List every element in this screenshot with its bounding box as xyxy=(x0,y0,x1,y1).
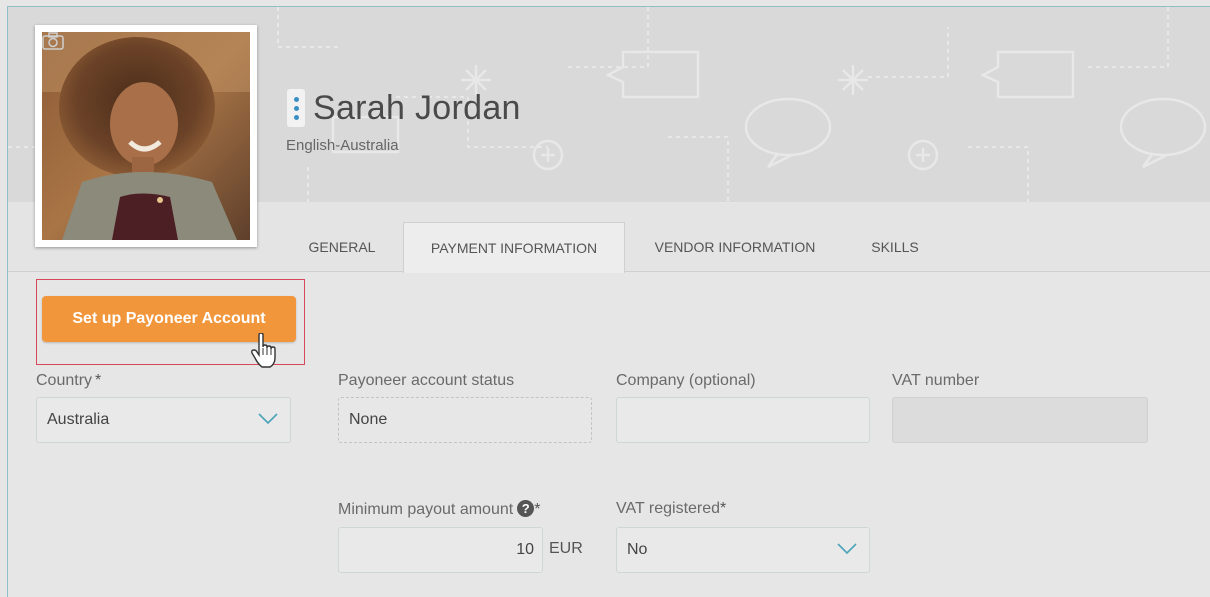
profile-name: Sarah Jordan xyxy=(313,88,521,127)
company-label: Company (optional) xyxy=(616,372,756,389)
camera-icon[interactable] xyxy=(42,32,64,50)
tab-general[interactable]: GENERAL xyxy=(294,222,390,272)
profile-name-row: Sarah Jordan xyxy=(287,86,521,130)
currency-label: EUR xyxy=(549,540,583,557)
vat-number-input xyxy=(892,397,1148,443)
min-payout-label: Minimum payout amount? * xyxy=(338,500,541,518)
payoneer-status-field: None xyxy=(338,397,592,443)
hand-pointer-cursor-icon xyxy=(251,333,276,368)
profile-language: English-Australia xyxy=(286,137,399,154)
min-payout-input[interactable]: 10 xyxy=(338,527,543,573)
vat-registered-select[interactable]: No xyxy=(616,527,870,573)
kebab-menu-icon[interactable] xyxy=(287,89,305,127)
vat-number-label: VAT number xyxy=(892,372,980,389)
tab-skills[interactable]: SKILLS xyxy=(855,222,935,272)
country-select[interactable]: Australia xyxy=(36,397,291,443)
country-label: Country * xyxy=(36,372,102,389)
chevron-down-icon xyxy=(258,413,278,425)
vat-registered-label: VAT registered* xyxy=(616,500,727,517)
tab-vendor-information[interactable]: VENDOR INFORMATION xyxy=(637,222,833,272)
chevron-down-icon xyxy=(837,543,857,555)
payoneer-status-label: Payoneer account status xyxy=(338,372,515,389)
company-input[interactable] xyxy=(616,397,870,443)
question-circle-icon[interactable]: ? xyxy=(517,500,535,517)
profile-photo[interactable] xyxy=(35,25,257,247)
tab-payment-information[interactable]: PAYMENT INFORMATION xyxy=(403,222,625,273)
avatar-image xyxy=(42,32,250,240)
